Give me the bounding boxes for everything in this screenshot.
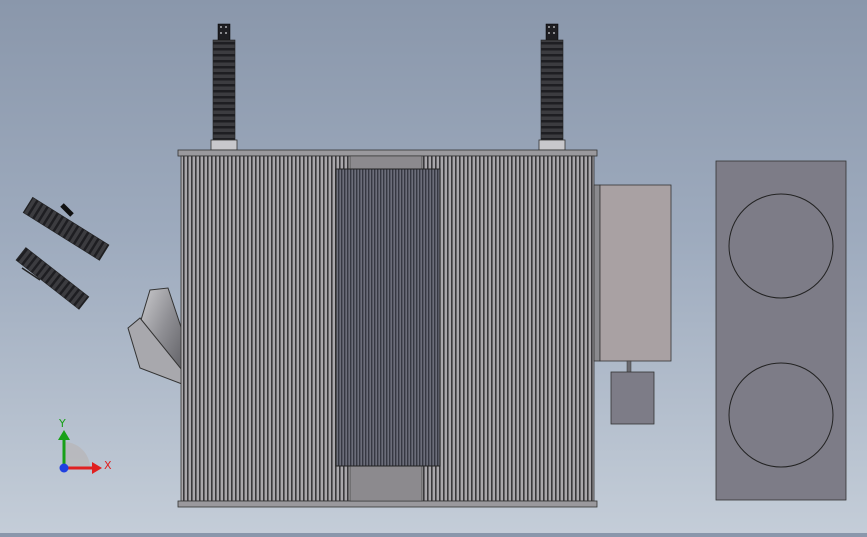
core-panel	[335, 168, 441, 467]
radiator-panel	[715, 160, 847, 501]
terminal-box	[593, 184, 672, 425]
top-bushing-left	[210, 23, 238, 151]
axis-triad: Y X	[58, 417, 112, 474]
y-axis-label: Y	[58, 417, 66, 430]
z-axis-dot	[59, 463, 69, 473]
x-axis-label: X	[104, 459, 112, 472]
top-bushing-right	[538, 23, 566, 151]
transformer-model[interactable]: Y X	[0, 0, 867, 533]
cad-viewport[interactable]: Y X	[0, 0, 867, 533]
